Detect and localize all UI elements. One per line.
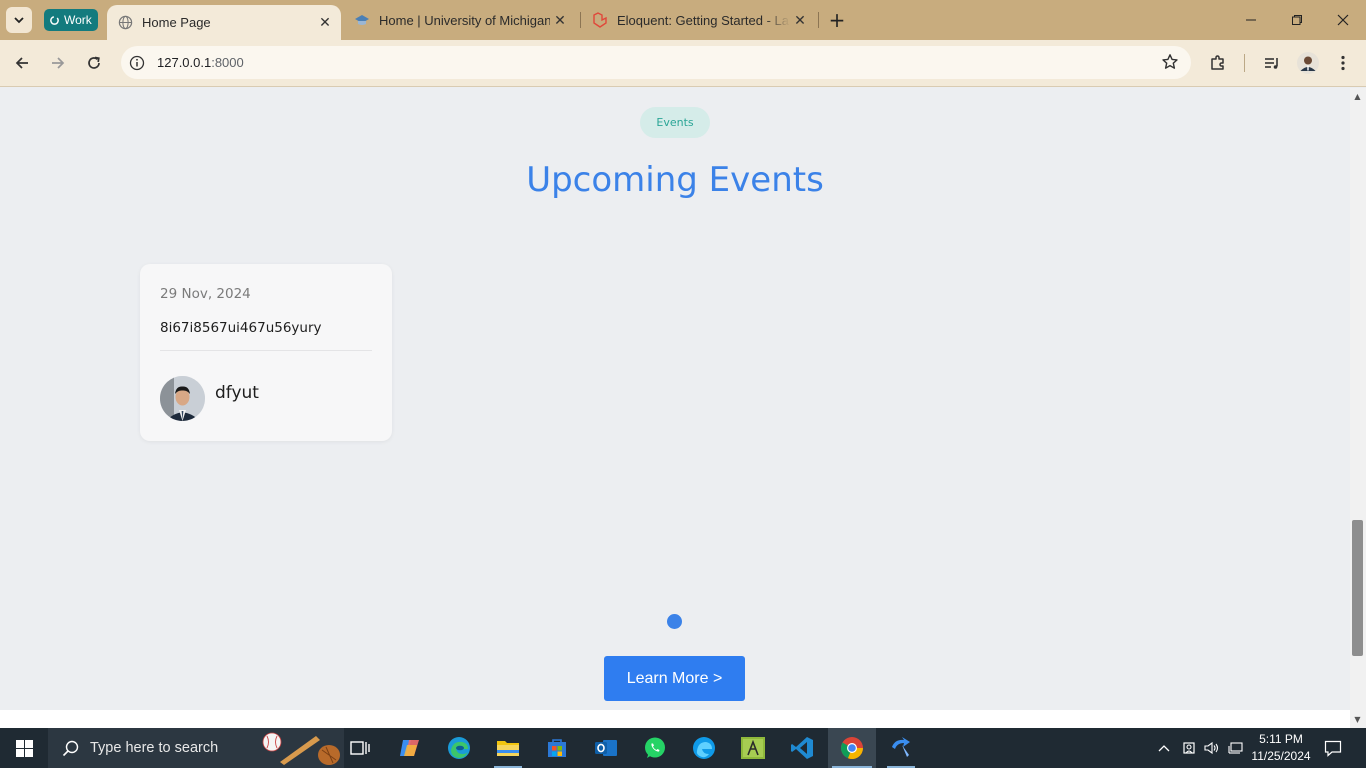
file-explorer-icon[interactable] <box>484 728 532 768</box>
search-placeholder: Type here to search <box>90 740 219 756</box>
new-tab-button[interactable]: + <box>826 8 848 32</box>
page-viewport: Events Upcoming Events 29 Nov, 2024 8i67… <box>0 88 1350 710</box>
event-card[interactable]: 29 Nov, 2024 8i67i8567ui467u56yury dfyut <box>140 264 392 441</box>
menu-kebab-icon[interactable] <box>1331 51 1355 75</box>
taskbar-clock[interactable]: 5:11 PM 11/25/2024 <box>1244 731 1318 765</box>
media-control-icon[interactable] <box>1260 51 1284 75</box>
scroll-down-arrow-icon[interactable]: ▼ <box>1352 714 1363 724</box>
profile-chip[interactable]: Work <box>44 9 98 31</box>
page-footer-strip <box>0 710 1350 728</box>
minimize-icon <box>1246 19 1256 21</box>
learn-more-button[interactable]: Learn More > <box>604 656 745 701</box>
tab-strip: Work Home Page ✕ Home | University of Mi… <box>0 0 1366 40</box>
event-title[interactable]: 8i67i8567ui467u56yury <box>160 320 322 336</box>
task-view-icon[interactable] <box>336 728 384 768</box>
close-window-button[interactable] <box>1320 0 1366 40</box>
umich-favicon-icon <box>354 12 370 28</box>
tab-home-page[interactable]: Home Page ✕ <box>107 5 341 40</box>
tab-close-icon[interactable]: ✕ <box>550 10 570 30</box>
baseball-highlight-icon <box>262 732 340 765</box>
carousel-dot[interactable] <box>667 614 682 629</box>
windows-taskbar: Type here to search 5:11 PM 11/25/2024 <box>0 728 1366 768</box>
tab-title: Home | University of Michigan <box>379 12 550 28</box>
clock-time: 5:11 PM <box>1259 732 1303 746</box>
minimize-button[interactable] <box>1228 0 1274 40</box>
author-avatar <box>160 376 205 421</box>
vscode-icon[interactable] <box>778 728 826 768</box>
tab-title: Eloquent: Getting Started - Lara <box>617 12 790 28</box>
laravel-favicon-icon <box>592 12 608 28</box>
tab-separator <box>818 12 819 28</box>
tab-close-icon[interactable]: ✕ <box>790 10 810 30</box>
tab-university-of-michigan[interactable]: Home | University of Michigan ✕ <box>344 0 576 40</box>
forward-button[interactable] <box>45 50 71 76</box>
network-icon[interactable] <box>1226 728 1246 768</box>
tab-title: Home Page <box>142 15 211 30</box>
arrow-right-icon <box>52 57 65 69</box>
globe-icon <box>117 15 133 31</box>
notifications-icon[interactable] <box>1320 728 1346 768</box>
show-hidden-icons-icon[interactable] <box>1154 728 1174 768</box>
tab-close-icon[interactable]: ✕ <box>315 13 335 33</box>
volume-icon[interactable] <box>1202 728 1222 768</box>
remote-app-icon[interactable] <box>877 728 925 768</box>
section-title: Upcoming Events <box>526 160 824 200</box>
profile-label: Work <box>64 13 92 27</box>
chrome-icon[interactable] <box>828 728 876 768</box>
sync-icon <box>50 15 59 25</box>
taskbar-search[interactable]: Type here to search <box>48 728 344 768</box>
edge-beta-icon[interactable] <box>680 728 728 768</box>
close-icon <box>1337 14 1349 26</box>
toolbar-separator <box>1244 54 1245 72</box>
url-port: :8000 <box>211 55 244 70</box>
microsoft-store-icon[interactable] <box>533 728 581 768</box>
outlook-icon[interactable] <box>582 728 630 768</box>
event-date: 29 Nov, 2024 <box>160 286 251 302</box>
meet-now-icon[interactable] <box>1179 728 1199 768</box>
divider <box>160 350 372 351</box>
windows-logo-icon <box>15 739 33 757</box>
section-pill: Events <box>640 107 710 138</box>
event-author: dfyut <box>215 383 259 403</box>
tab-search-button[interactable] <box>6 7 32 33</box>
url-host: 127.0.0.1 <box>157 55 212 70</box>
profile-avatar[interactable] <box>1296 51 1320 75</box>
whatsapp-icon[interactable] <box>631 728 679 768</box>
extensions-icon[interactable] <box>1206 51 1230 75</box>
python-idle-icon[interactable] <box>729 728 777 768</box>
url-text: 127.0.0.1:8000 <box>157 55 244 70</box>
bookmark-star-icon[interactable] <box>1161 53 1179 75</box>
edge-icon[interactable] <box>435 728 483 768</box>
start-button[interactable] <box>0 728 48 768</box>
restore-icon <box>1292 15 1302 25</box>
reload-icon <box>88 56 100 69</box>
site-info-icon[interactable] <box>126 52 148 74</box>
browser-toolbar: 127.0.0.1:8000 <box>0 40 1366 87</box>
arrow-left-icon <box>15 57 28 69</box>
clock-date: 11/25/2024 <box>1251 749 1311 763</box>
scrollbar-thumb[interactable] <box>1352 520 1363 656</box>
address-bar[interactable]: 127.0.0.1:8000 <box>121 46 1191 79</box>
back-button[interactable] <box>9 50 35 76</box>
copilot-icon[interactable] <box>386 728 434 768</box>
reload-button[interactable] <box>81 50 107 76</box>
tab-separator <box>580 12 581 28</box>
tab-eloquent-laravel[interactable]: Eloquent: Getting Started - Lara ✕ <box>582 0 816 40</box>
search-icon <box>62 740 79 756</box>
chevron-down-icon <box>14 17 24 24</box>
restore-button[interactable] <box>1274 0 1320 40</box>
scroll-up-arrow-icon[interactable]: ▲ <box>1352 91 1363 101</box>
